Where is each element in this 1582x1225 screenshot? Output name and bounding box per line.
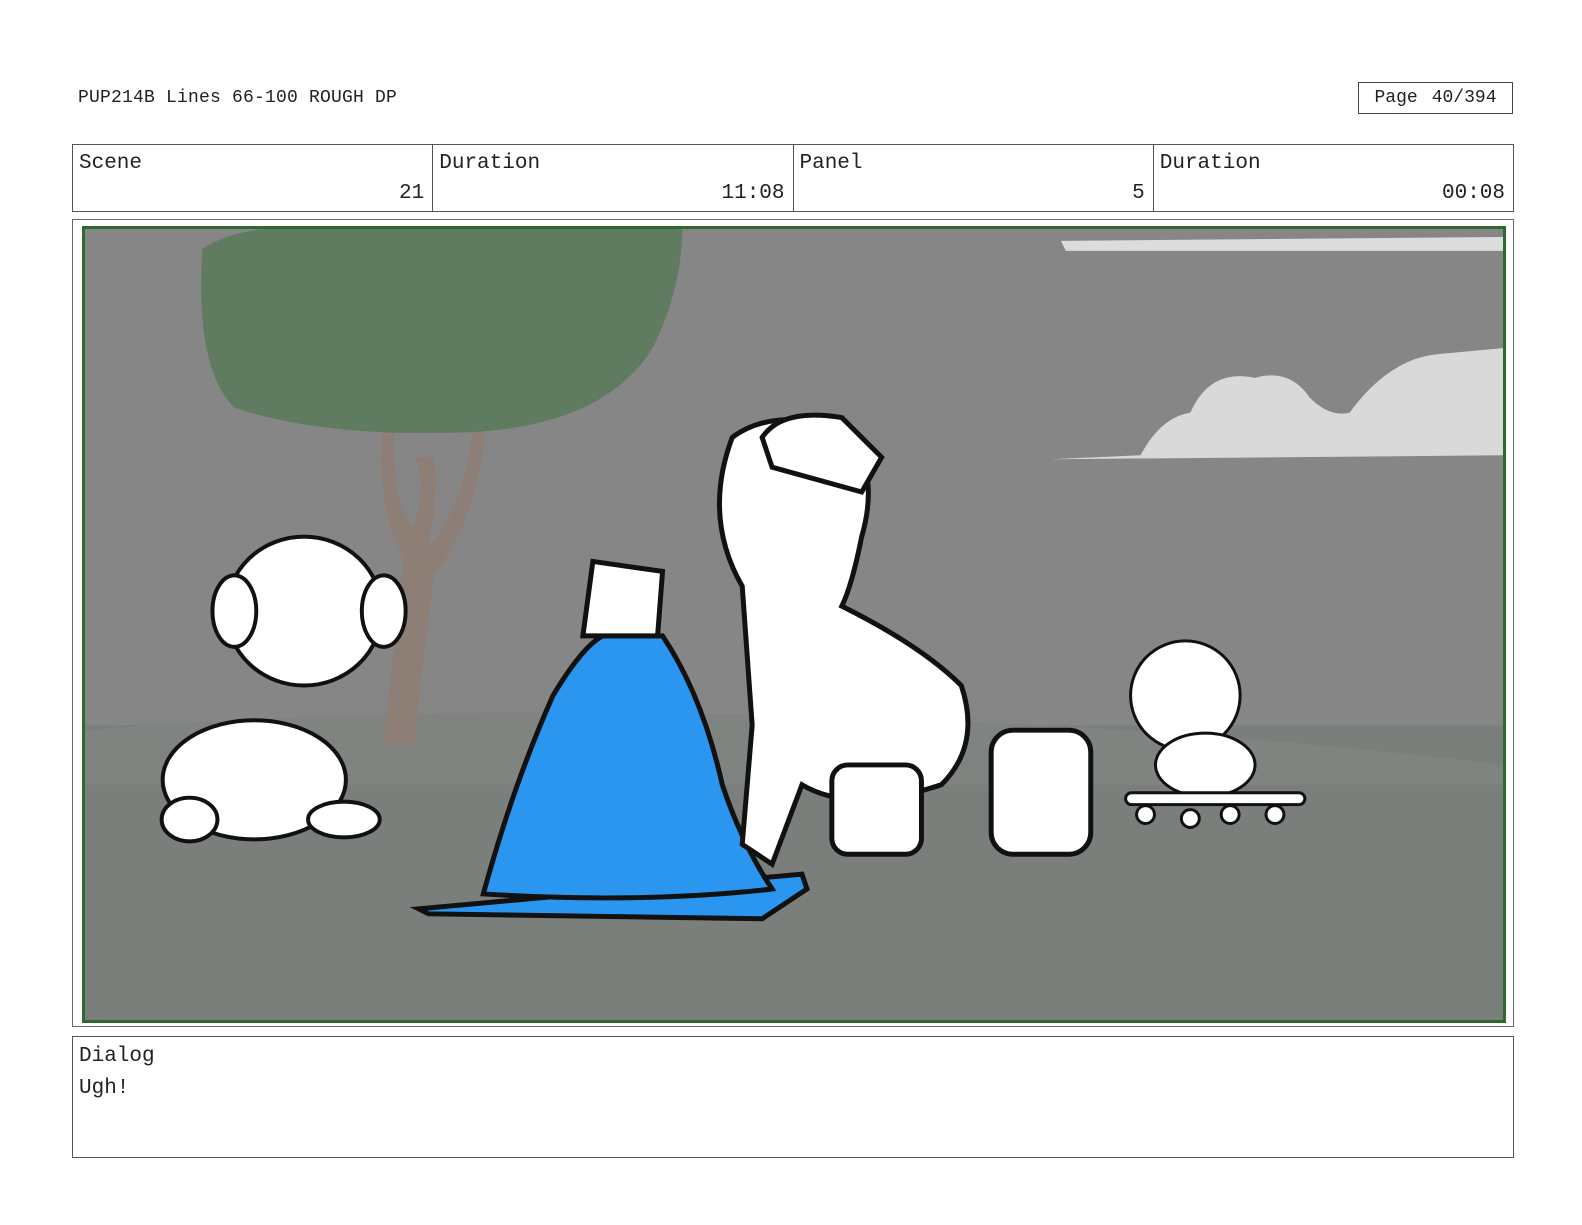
panel-duration-cell: Duration 00:08 [1154, 145, 1513, 211]
scene-duration-cell: Duration 11:08 [433, 145, 794, 211]
panel-label: Panel [799, 152, 863, 175]
panel-cell: Panel 5 [794, 145, 1154, 211]
storyboard-panel-image [82, 226, 1506, 1023]
document-title: PUP214B Lines 66-100 ROUGH DP [78, 88, 398, 108]
page-indicator: Page 40/394 [1358, 82, 1513, 114]
cone-tip [580, 558, 666, 639]
panel-value: 5 [1132, 182, 1145, 205]
scene-label: Scene [79, 152, 143, 175]
page-number: 40/394 [1431, 88, 1497, 108]
page-label: Page [1374, 88, 1418, 108]
scene-duration-value: 11:08 [721, 182, 785, 205]
panel-duration-label: Duration [1159, 152, 1261, 175]
dialog-text: Ugh! [79, 1077, 130, 1100]
dialog-box: Dialog Ugh! [72, 1036, 1514, 1158]
scene-cell: Scene 21 [73, 145, 434, 211]
panel-duration-value: 00:08 [1441, 182, 1505, 205]
scene-duration-label: Duration [439, 152, 541, 175]
dialog-label: Dialog [79, 1045, 155, 1068]
panel-info-table: Scene 21 Duration 11:08 Panel 5 Duration… [72, 144, 1514, 212]
scene-value: 21 [399, 182, 425, 205]
